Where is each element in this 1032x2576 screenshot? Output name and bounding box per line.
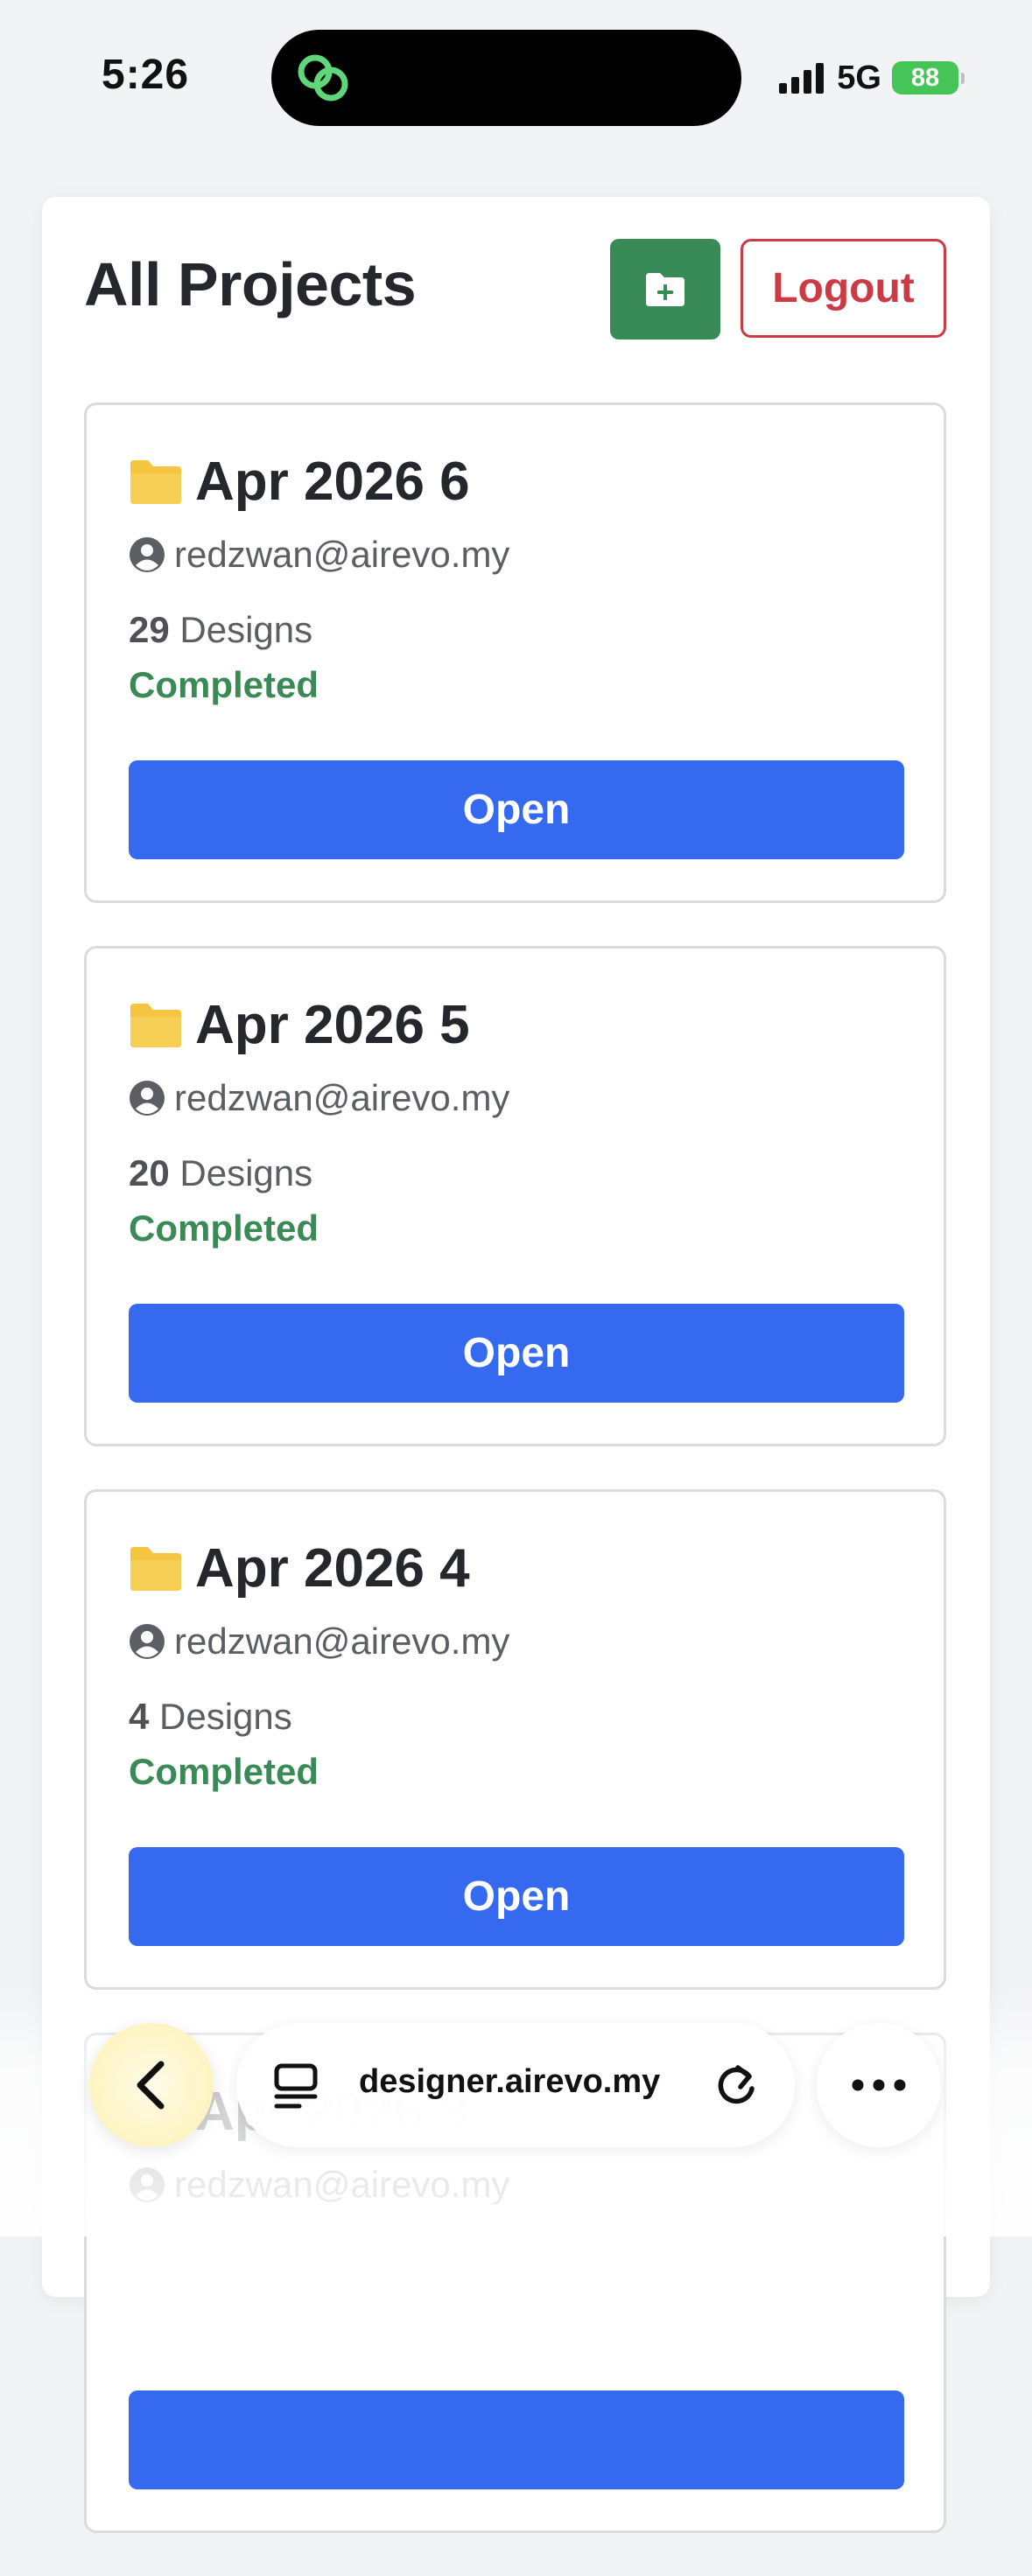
open-project-button[interactable]: Open [129, 1304, 904, 1403]
design-count-value: 4 [129, 1696, 150, 1737]
project-header: Apr 2026 5 [129, 994, 470, 1056]
design-count-label: Designs [179, 1152, 313, 1194]
designs-count: 20 Designs [129, 1152, 312, 1194]
status-badge: Completed [129, 1208, 319, 1249]
back-button[interactable] [89, 2023, 214, 2147]
user-circle-icon [130, 1081, 165, 1116]
link-icon [298, 54, 348, 102]
project-card: Apr 2026 4 redzwan@airevo.my 4 Designs Comp… [84, 1489, 946, 1990]
owner-email: redzwan@airevo.my [174, 2164, 510, 2205]
project-name: Apr 2026 6 [195, 452, 470, 512]
status-bar: 5:26 5G 88 [0, 0, 1032, 149]
logout-button[interactable]: Logout [741, 239, 946, 338]
project-card: Apr 2026 5 redzwan@airevo.my 20 Designs Com… [84, 946, 946, 1446]
owner-email: redzwan@airevo.my [174, 1077, 510, 1118]
status-time: 5:26 [102, 52, 190, 98]
project-name: Apr 2026 5 [195, 995, 470, 1055]
battery-indicator: 88 [892, 61, 965, 94]
more-options-button[interactable] [817, 2023, 941, 2147]
folder-icon [130, 1003, 181, 1047]
status-badge: Completed [129, 664, 319, 705]
folder-icon [130, 1546, 181, 1591]
design-count-value: 20 [129, 1152, 170, 1194]
design-count-label: Designs [179, 609, 313, 650]
status-badge: Completed [129, 1751, 319, 1792]
project-header: Apr 2026 6 [129, 451, 470, 513]
battery-level: 88 [910, 63, 940, 92]
cellular-signal-icon [779, 63, 825, 94]
project-owner: redzwan@airevo.my [129, 534, 509, 576]
chevron-left-icon [137, 2061, 165, 2110]
user-circle-icon [130, 537, 165, 572]
open-project-button[interactable]: Open [129, 760, 904, 859]
user-circle-icon [130, 2167, 165, 2202]
design-count-label: Designs [159, 1696, 292, 1737]
page-title: All Projects [84, 250, 417, 318]
more-horizontal-icon [852, 2079, 906, 2091]
url-text[interactable]: designer.airevo.my [359, 2063, 660, 2101]
address-bar[interactable]: designer.airevo.my [236, 2023, 795, 2147]
project-owner: redzwan@airevo.my [129, 1620, 509, 1662]
tabs-icon[interactable] [273, 2062, 319, 2110]
projects-panel: All Projects Logout Apr 2026 6 redzwan@ai… [42, 197, 990, 2533]
open-project-button[interactable]: Open [129, 1847, 904, 1946]
designs-count: 29 Designs [129, 609, 312, 651]
owner-email: redzwan@airevo.my [174, 1620, 510, 1662]
owner-email: redzwan@airevo.my [174, 534, 510, 575]
folder-plus-icon [646, 272, 684, 306]
open-project-button[interactable] [129, 2390, 904, 2489]
network-label: 5G [837, 59, 881, 96]
project-owner: redzwan@airevo.my [129, 1077, 509, 1119]
design-count-value: 29 [129, 609, 170, 650]
project-name: Apr 2026 4 [195, 1538, 470, 1599]
new-project-button[interactable] [610, 239, 720, 340]
project-list: Apr 2026 6 redzwan@airevo.my 29 Designs Com… [84, 402, 946, 2576]
project-card: Apr 2026 6 redzwan@airevo.my 29 Designs Com… [84, 402, 946, 903]
user-circle-icon [130, 1624, 165, 1659]
status-indicators: 5G 88 [777, 54, 965, 102]
folder-icon [130, 459, 181, 504]
reload-icon[interactable] [713, 2062, 760, 2109]
designs-count: 4 Designs [129, 1696, 292, 1738]
project-header: Apr 2026 4 [129, 1537, 470, 1600]
dynamic-island [271, 30, 741, 126]
project-owner: redzwan@airevo.my [129, 2164, 509, 2206]
